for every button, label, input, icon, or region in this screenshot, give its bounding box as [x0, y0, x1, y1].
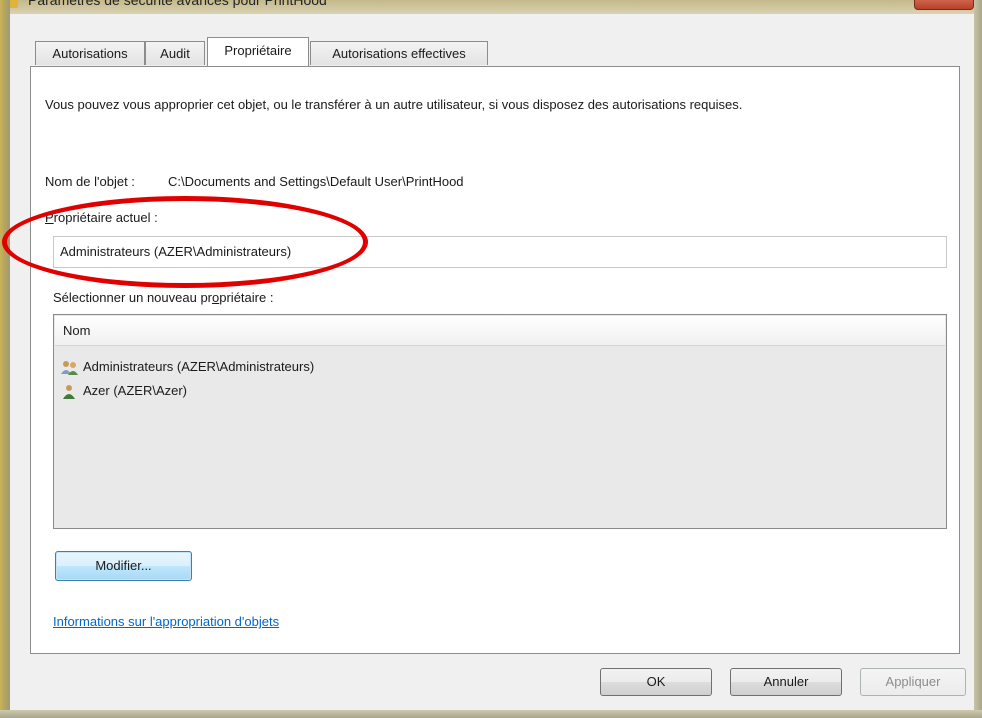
current-owner-label: Propriétaire actuel :	[45, 210, 158, 225]
current-owner-label-access-key: P	[45, 210, 54, 225]
window-frame-right	[974, 0, 982, 718]
object-name-value: C:\Documents and Settings\Default User\P…	[168, 174, 464, 189]
current-owner-field[interactable]: Administrateurs (AZER\Administrateurs)	[53, 236, 947, 268]
current-owner-value: Administrateurs (AZER\Administrateurs)	[60, 244, 292, 259]
list-header-label: Nom	[63, 323, 91, 338]
tab-autorisations-effectives[interactable]: Autorisations effectives	[310, 41, 488, 65]
list-header-nom[interactable]: Nom	[55, 316, 945, 346]
user-icon	[63, 384, 75, 399]
security-dialog: Autorisations Audit Propriétaire Autoris…	[10, 14, 974, 710]
tab-proprietaire[interactable]: Propriétaire	[207, 37, 309, 66]
tab-autorisations[interactable]: Autorisations	[35, 41, 145, 65]
list-item-label: Administrateurs (AZER\Administrateurs)	[83, 359, 315, 374]
ok-button[interactable]: OK	[600, 668, 712, 696]
description-text: Vous pouvez vous approprier cet objet, o…	[45, 97, 743, 112]
object-name-label: Nom de l'objet :	[45, 174, 135, 189]
apply-button[interactable]: Appliquer	[860, 668, 966, 696]
new-owner-label-post: priétaire :	[219, 290, 274, 305]
list-item-label: Azer (AZER\Azer)	[83, 383, 188, 398]
tab-audit[interactable]: Audit	[145, 41, 205, 65]
window-frame-bottom	[0, 710, 982, 718]
close-button[interactable]	[914, 0, 974, 10]
new-owner-label: Sélectionner un nouveau propriétaire :	[53, 290, 273, 305]
group-users-icon	[61, 360, 78, 375]
list-item-azer[interactable]: Azer (AZER\Azer)	[60, 381, 187, 401]
cancel-button[interactable]: Annuler	[730, 668, 842, 696]
current-owner-label-rest: ropriétaire actuel :	[53, 210, 158, 225]
title-bar: Paramètres de sécurité avancés pour Prin…	[0, 0, 982, 14]
window-title: Paramètres de sécurité avancés pour Prin…	[28, 0, 327, 8]
modify-button[interactable]: Modifier...	[55, 551, 192, 581]
window-frame-left	[0, 0, 10, 718]
new-owner-label-pre: Sélectionner un nouveau pr	[53, 290, 213, 305]
owner-info-link[interactable]: Informations sur l'appropriation d'objet…	[53, 614, 279, 629]
new-owner-list[interactable]: Nom Administrateurs (AZER\Administrateur…	[53, 314, 947, 529]
list-item-administrateurs[interactable]: Administrateurs (AZER\Administrateurs)	[60, 357, 314, 377]
